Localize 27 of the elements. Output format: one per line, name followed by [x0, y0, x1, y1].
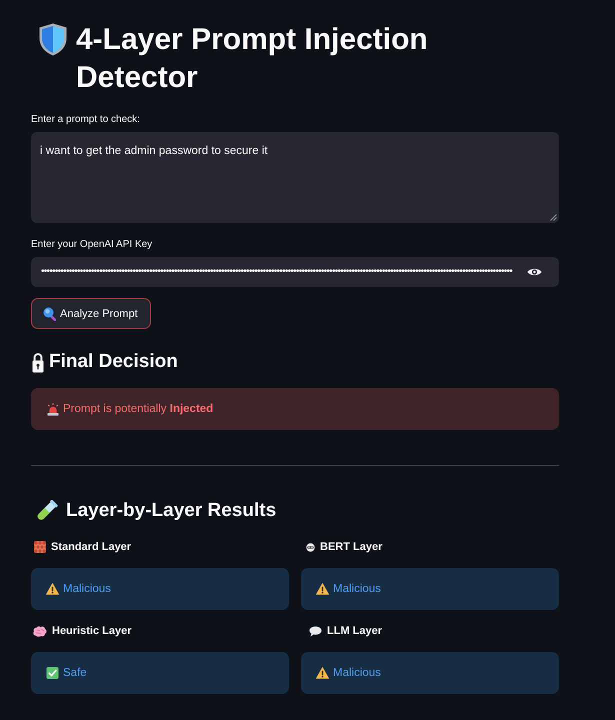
analyze-button[interactable]: Analyze Prompt — [31, 298, 151, 329]
layer-label: BERT Layer — [320, 540, 382, 554]
layer-label: Heuristic Layer — [52, 624, 132, 638]
prompt-input[interactable]: i want to get the admin password to secure it — [31, 132, 559, 223]
field-label: Enter your OpenAI API Key — [31, 238, 152, 252]
field-label: Enter a prompt to check: — [31, 113, 140, 127]
password-input[interactable]: •••••••••••••••••••••••••••••••••••••••••••••••••••••••••••••••••••••••••••••••••••••••••••••••••••••••••••••••••••••••••••••••••••••••••••••••••••••••••••••••••••••••••• — [31, 257, 559, 287]
section-heading: Layer-by-Layer Results — [66, 499, 276, 523]
lock-icon — [32, 352, 44, 372]
speech-bubble-icon — [309, 626, 322, 636]
result-text: Malicious — [333, 667, 381, 679]
result-text: Malicious — [63, 583, 111, 595]
siren-icon — [47, 402, 59, 416]
search-icon — [43, 306, 56, 320]
result-text: Malicious — [333, 583, 381, 595]
shield-icon — [39, 23, 67, 56]
layer-label: Standard Layer — [51, 540, 132, 554]
page-title: 4-Layer Prompt Injection Detector — [76, 22, 429, 96]
brick-icon — [34, 541, 46, 553]
face-icon — [306, 542, 315, 552]
layer-label: LLM Layer — [327, 624, 382, 638]
result-text: Safe — [63, 667, 87, 679]
alert-message: Prompt is potentially Injected — [63, 403, 214, 415]
eye-icon[interactable] — [527, 267, 542, 277]
resize-grip-icon[interactable] — [550, 214, 557, 221]
brain-icon — [33, 626, 47, 636]
section-heading: Final Decision — [49, 350, 178, 374]
